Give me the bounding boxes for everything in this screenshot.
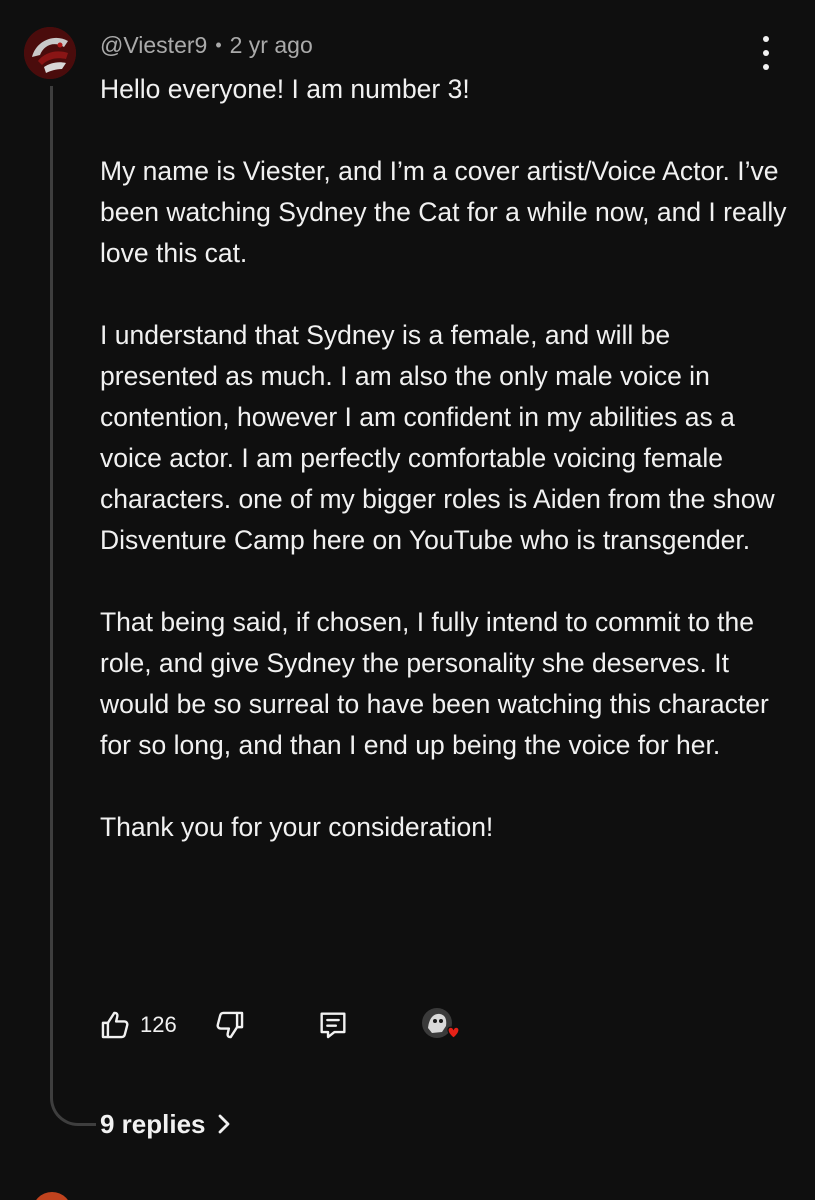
meta-separator: •	[215, 34, 222, 55]
like-count: 126	[140, 1012, 177, 1037]
comment-action-bar: 126	[98, 1000, 518, 1050]
comment-icon	[320, 1012, 346, 1039]
view-replies-button[interactable]: 9 replies	[100, 1104, 232, 1144]
comment-paragraph: I understand that Sydney is a female, an…	[100, 320, 775, 555]
comment-text: Hello everyone! I am number 3! My name i…	[100, 69, 790, 848]
comment-paragraph: Thank you for your consideration!	[100, 812, 494, 842]
thumbs-up-icon	[101, 1011, 129, 1039]
dislike-button[interactable]	[213, 1000, 247, 1050]
author-avatar[interactable]	[24, 27, 76, 79]
reply-button[interactable]	[316, 1000, 350, 1050]
avatar-image	[24, 27, 76, 79]
replies-label: 9 replies	[100, 1108, 206, 1139]
author-handle[interactable]: @Viester9	[100, 32, 207, 59]
comment-meta: @Viester9 • 2 yr ago	[100, 30, 313, 60]
next-comment-avatar[interactable]	[32, 1192, 72, 1200]
comment-thread: @Viester9 • 2 yr ago Hello everyone! I a…	[0, 0, 815, 1200]
comment-paragraph: That being said, if chosen, I fully inte…	[100, 607, 769, 760]
creator-heart-icon	[422, 1008, 460, 1039]
like-button[interactable]: 126	[98, 1000, 177, 1050]
creator-heart-badge	[420, 1006, 464, 1046]
comment-timestamp: 2 yr ago	[229, 31, 313, 58]
comment-paragraph: My name is Viester, and I’m a cover arti…	[100, 156, 787, 268]
comment-paragraph: Hello everyone! I am number 3!	[100, 74, 470, 104]
chevron-right-icon	[218, 1114, 229, 1134]
more-options-button[interactable]	[752, 36, 780, 70]
thumbs-down-icon	[216, 1011, 244, 1039]
thread-connector-line	[50, 86, 96, 1126]
more-vertical-icon	[763, 36, 769, 42]
